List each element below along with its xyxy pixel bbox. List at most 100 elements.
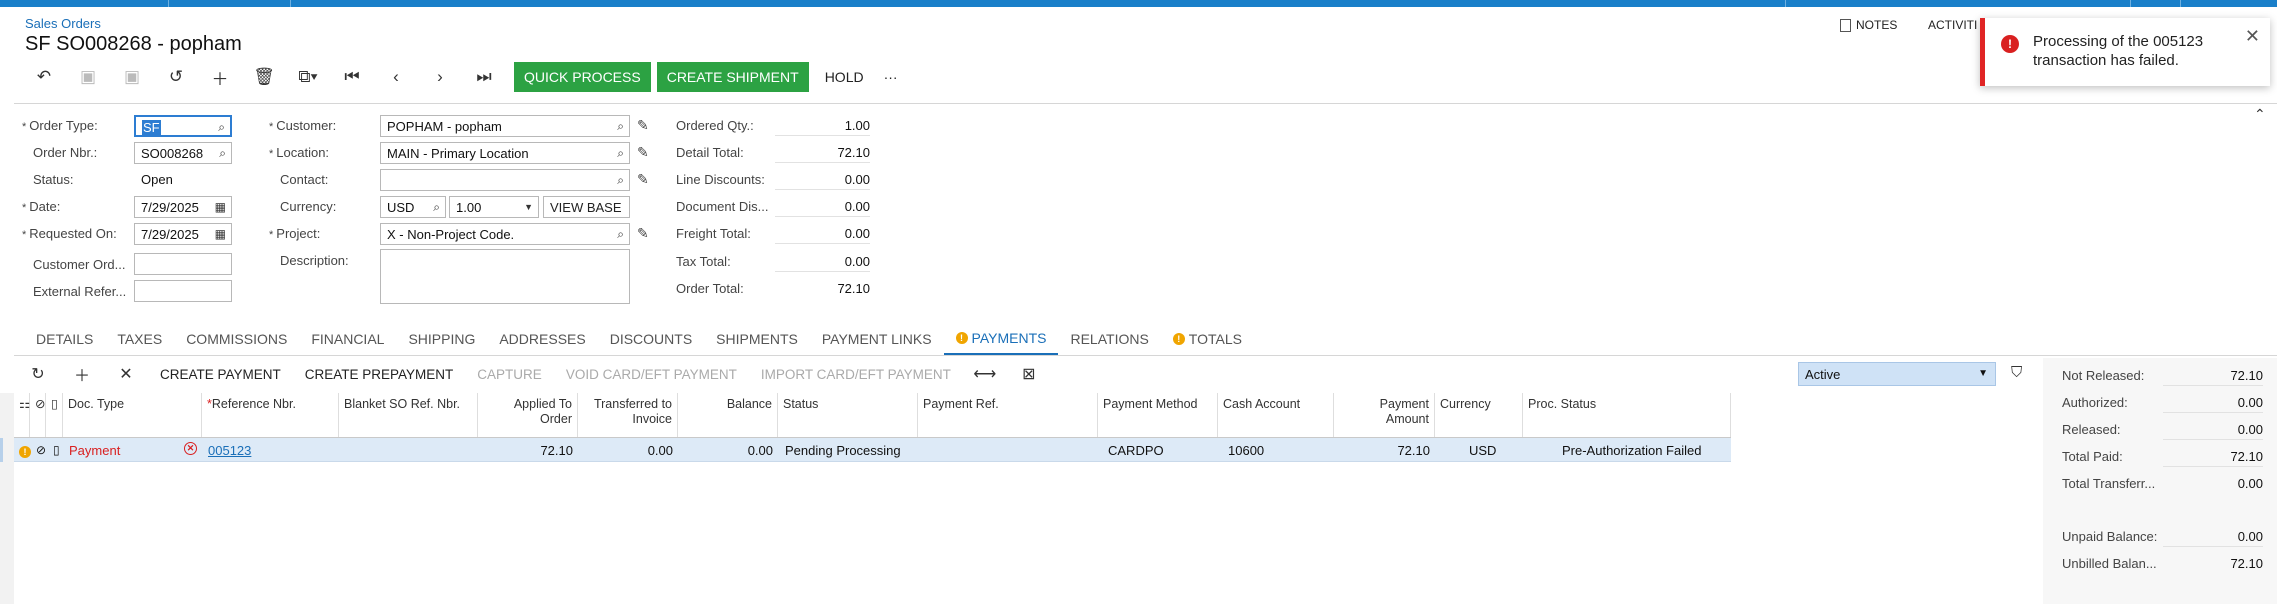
tab-totals[interactable]: ! TOTALS (1161, 322, 1254, 356)
column-header-status[interactable]: Status (778, 393, 918, 437)
column-header-attention[interactable]: ⚏ (14, 393, 30, 437)
column-header-currency[interactable]: Currency (1435, 393, 1523, 437)
calendar-icon[interactable]: ▦ (215, 200, 226, 214)
undo-icon[interactable]: ↶ (22, 62, 66, 92)
column-header-applied[interactable]: Applied To Order (478, 393, 578, 437)
date-field[interactable]: 7/29/2025 ▦ (134, 196, 232, 218)
next-record-icon[interactable]: › (418, 62, 462, 92)
column-header-reference-nbr[interactable]: *Reference Nbr. (202, 393, 339, 437)
tab-taxes[interactable]: TAXES (105, 322, 174, 356)
column-header-payment-ref[interactable]: Payment Ref. (918, 393, 1098, 437)
cell-currency[interactable]: USD (1464, 438, 1523, 462)
tab-payment-links[interactable]: PAYMENT LINKS (810, 322, 944, 356)
fit-columns-icon[interactable]: ⟷ (963, 359, 1007, 389)
currency-field[interactable]: USD ⌕ (380, 196, 446, 218)
customer-field[interactable]: POPHAM - popham ⌕ (380, 115, 630, 137)
search-icon[interactable]: ⌕ (617, 146, 624, 161)
column-header-proc-status[interactable]: Proc. Status (1523, 393, 1731, 437)
requested-on-field[interactable]: 7/29/2025 ▦ (134, 223, 232, 245)
column-header-blanket-so[interactable]: Blanket SO Ref. Nbr. (339, 393, 478, 437)
previous-record-icon[interactable]: ‹ (374, 62, 418, 92)
cell-applied[interactable]: 72.10 (478, 438, 578, 462)
quick-process-button[interactable]: QUICK PROCESS (514, 62, 651, 92)
first-record-icon[interactable]: ⏮ (330, 62, 374, 92)
tab-financial[interactable]: FINANCIAL (299, 322, 396, 356)
copy-paste-icon[interactable]: ⧉▾ (286, 62, 330, 92)
more-actions-button[interactable]: ··· (874, 62, 908, 92)
save-icon[interactable]: ▣ (66, 62, 110, 92)
status-filter-select[interactable]: Active ▼ (1798, 362, 1996, 386)
notes-button[interactable]: NOTES (1840, 18, 1897, 32)
tab-shipments[interactable]: SHIPMENTS (704, 322, 810, 356)
chevron-up-icon[interactable]: ⌃ (2254, 106, 2266, 123)
customer-order-field[interactable] (134, 253, 232, 275)
column-header-attachment[interactable]: ⊘ (30, 393, 46, 437)
calendar-icon[interactable]: ▦ (215, 227, 226, 241)
cell-proc-status[interactable]: Pre-Authorization Failed (1557, 438, 1731, 462)
cell-payment-ref[interactable] (918, 438, 1098, 462)
cell-balance[interactable]: 0.00 (678, 438, 778, 462)
create-payment-button[interactable]: CREATE PAYMENT (148, 359, 293, 389)
hold-button[interactable]: HOLD (815, 62, 874, 92)
contact-field[interactable]: ⌕ (380, 169, 630, 191)
column-header-notes[interactable]: ▯ (46, 393, 63, 437)
project-field[interactable]: X - Non-Project Code. ⌕ (380, 223, 630, 245)
currency-rate-field[interactable]: 1.00 ▼ (449, 196, 539, 218)
cell-payment-amount[interactable]: 72.10 (1334, 438, 1435, 462)
cell-cash-account[interactable]: 10600 (1223, 438, 1334, 462)
paperclip-icon[interactable]: ⊘ (31, 438, 47, 462)
order-type-field[interactable]: SF ⌕ (134, 115, 232, 137)
save-close-icon[interactable]: ▣ (110, 62, 154, 92)
edit-icon[interactable]: ✎ (637, 171, 649, 188)
description-field[interactable] (380, 249, 630, 304)
tab-commissions[interactable]: COMMISSIONS (174, 322, 299, 356)
create-prepayment-button[interactable]: CREATE PREPAYMENT (293, 359, 466, 389)
activities-button[interactable]: ACTIVITI (1928, 18, 1977, 32)
search-icon[interactable]: ⌕ (617, 227, 624, 242)
location-field[interactable]: MAIN - Primary Location ⌕ (380, 142, 630, 164)
column-header-transferred[interactable]: Transferred to Invoice (578, 393, 678, 437)
tab-shipping[interactable]: SHIPPING (396, 322, 487, 356)
filter-icon[interactable]: ⛉ (2011, 364, 2022, 381)
add-icon[interactable]: ＋ (198, 62, 242, 92)
edit-icon[interactable]: ✎ (637, 117, 649, 134)
column-header-balance[interactable]: Balance (678, 393, 778, 437)
cancel-icon[interactable]: ↺ (154, 62, 198, 92)
cell-status[interactable]: Pending Processing (780, 438, 918, 462)
search-icon[interactable]: ⌕ (617, 173, 624, 188)
column-header-doc-type[interactable]: Doc. Type (63, 393, 202, 437)
close-icon[interactable]: ✕ (2245, 26, 2260, 47)
view-base-button[interactable]: VIEW BASE (543, 196, 630, 218)
chevron-down-icon[interactable]: ▼ (524, 202, 533, 212)
refresh-icon[interactable]: ↻ (16, 359, 60, 389)
void-card-button[interactable]: VOID CARD/EFT PAYMENT (554, 359, 749, 389)
breadcrumb[interactable]: Sales Orders (25, 16, 101, 31)
import-card-button[interactable]: IMPORT CARD/EFT PAYMENT (749, 359, 963, 389)
search-icon[interactable]: ⌕ (617, 119, 624, 134)
cell-payment-method[interactable]: CARDPO (1103, 438, 1218, 462)
delete-row-icon[interactable]: ✕ (104, 359, 148, 389)
export-excel-icon[interactable]: ⊠ (1007, 359, 1051, 389)
cell-transferred[interactable]: 0.00 (578, 438, 678, 462)
column-header-payment-amount[interactable]: Payment Amount (1334, 393, 1435, 437)
edit-icon[interactable]: ✎ (637, 144, 649, 161)
cell-reference-nbr[interactable]: 005123 (203, 438, 339, 462)
edit-icon[interactable]: ✎ (637, 225, 649, 242)
delete-icon[interactable]: 🗑 (242, 62, 286, 92)
tab-relations[interactable]: RELATIONS (1058, 322, 1160, 356)
cell-doc-type[interactable]: Payment ✕ (64, 438, 202, 462)
search-icon[interactable]: ⌕ (433, 200, 440, 215)
add-row-icon[interactable]: ＋ (60, 359, 104, 389)
tab-addresses[interactable]: ADDRESSES (487, 322, 597, 356)
column-header-payment-method[interactable]: Payment Method (1098, 393, 1218, 437)
last-record-icon[interactable]: ⏭ (462, 62, 506, 92)
capture-button[interactable]: CAPTURE (465, 359, 554, 389)
tab-discounts[interactable]: DISCOUNTS (598, 322, 704, 356)
search-icon[interactable]: ⌕ (219, 146, 226, 161)
note-icon[interactable]: ▯ (48, 438, 64, 462)
search-icon[interactable]: ⌕ (218, 120, 225, 135)
order-nbr-field[interactable]: SO008268 ⌕ (134, 142, 232, 164)
external-ref-field[interactable] (134, 280, 232, 302)
tab-payments[interactable]: ! PAYMENTS (943, 322, 1059, 356)
create-shipment-button[interactable]: CREATE SHIPMENT (656, 62, 809, 92)
